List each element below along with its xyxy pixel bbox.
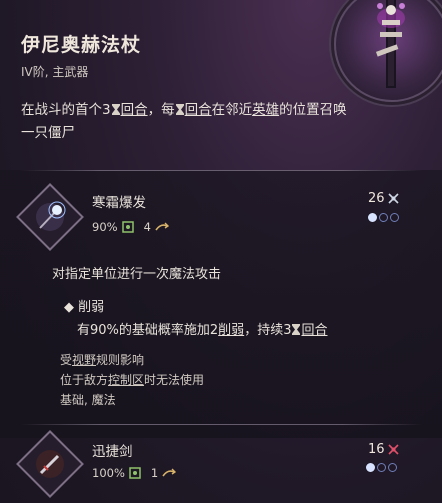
skill-stats: 90% 4 [92,220,169,234]
hero-link[interactable]: 英雄 [252,102,279,118]
action-dot [379,213,388,222]
cost-value: 26 [368,191,385,206]
sword-icon [36,450,64,478]
hit-chance: 100% [92,466,125,480]
action-dot [377,463,386,472]
skill-name: 寒霜爆发 [92,195,146,211]
range-value: 1 [150,466,159,480]
skill-cost: 26 [368,191,399,206]
ap-icon [387,444,399,455]
vision-link[interactable]: 视野 [72,353,96,367]
range-value: 4 [143,220,151,234]
item-description: 在战斗的首个3 回合，每 回合在邻近英雄的位置召唤 一只僵尸 [21,99,361,145]
tag-text: 规则影响 [96,353,145,367]
action-dot [388,463,397,472]
tag-control-zone: 位于敌方控制区时无法使用 [60,371,204,388]
hourglass-icon [292,324,301,335]
effect-title: ◆ 削弱 [64,296,104,315]
effect-detail: 有90%的基础概率施加2削弱，持续3 回合 [77,319,327,338]
divider [20,170,422,171]
ap-icon [387,193,399,204]
accuracy-icon [121,221,134,233]
effect-name: 削弱 [78,300,105,315]
range-arrow-icon [162,468,177,477]
desc-text: 在战斗的首个3 [21,102,111,118]
action-dot [368,213,377,222]
skill-description: 对指定单位进行一次魔法攻击 [52,267,222,282]
hourglass-icon [175,104,184,115]
action-dot [390,213,399,222]
control-zone-link[interactable]: 控制区 [108,373,144,387]
weapon-portrait [334,0,442,102]
frost-staff-icon [36,201,66,231]
round-link[interactable]: 回合 [185,102,212,118]
range-arrow-icon [155,222,169,231]
cost-value: 16 [368,442,385,457]
hit-chance: 90% [92,220,118,234]
action-dots [368,213,399,222]
item-tooltip: 伊尼奥赫法杖 IV阶, 主武器 在战斗的首个3 回合，每 回合在邻近英雄的位置召唤 … [0,0,442,503]
item-title: 伊尼奥赫法杖 [21,34,142,56]
accuracy-icon [129,467,141,479]
skill-cost: 16 [368,442,399,457]
skill-icon-swift-blade[interactable] [16,430,84,498]
desc-text: 一只僵尸 [21,125,75,141]
divider [20,424,422,425]
hourglass-icon [111,104,120,115]
round-link[interactable]: 回合 [301,323,327,338]
skill-stats: 100% 1 [92,466,177,480]
weaken-link[interactable]: 削弱 [218,323,244,338]
tag-text: 时无法使用 [144,373,205,387]
effect-text: ，持续3 [244,323,292,338]
desc-text: 在邻近 [211,102,253,118]
desc-text: 的位置召唤 [279,102,347,118]
tag-types: 基础, 魔法 [60,393,116,407]
action-dot [366,463,375,472]
item-subtitle: IV阶, 主武器 [21,65,89,79]
round-link[interactable]: 回合 [121,102,148,118]
tag-text: 位于敌方 [60,373,109,387]
effect-text: 有90%的基础概率施加2 [77,323,219,338]
tag-text: 受 [60,353,73,367]
tag-vision: 受视野规则影响 [60,351,144,368]
skill-name: 迅捷剑 [92,444,133,460]
action-dots [366,463,397,472]
bullet-icon: ◆ [64,300,74,315]
staff-icon [375,0,405,88]
desc-text: ，每 [147,102,175,118]
